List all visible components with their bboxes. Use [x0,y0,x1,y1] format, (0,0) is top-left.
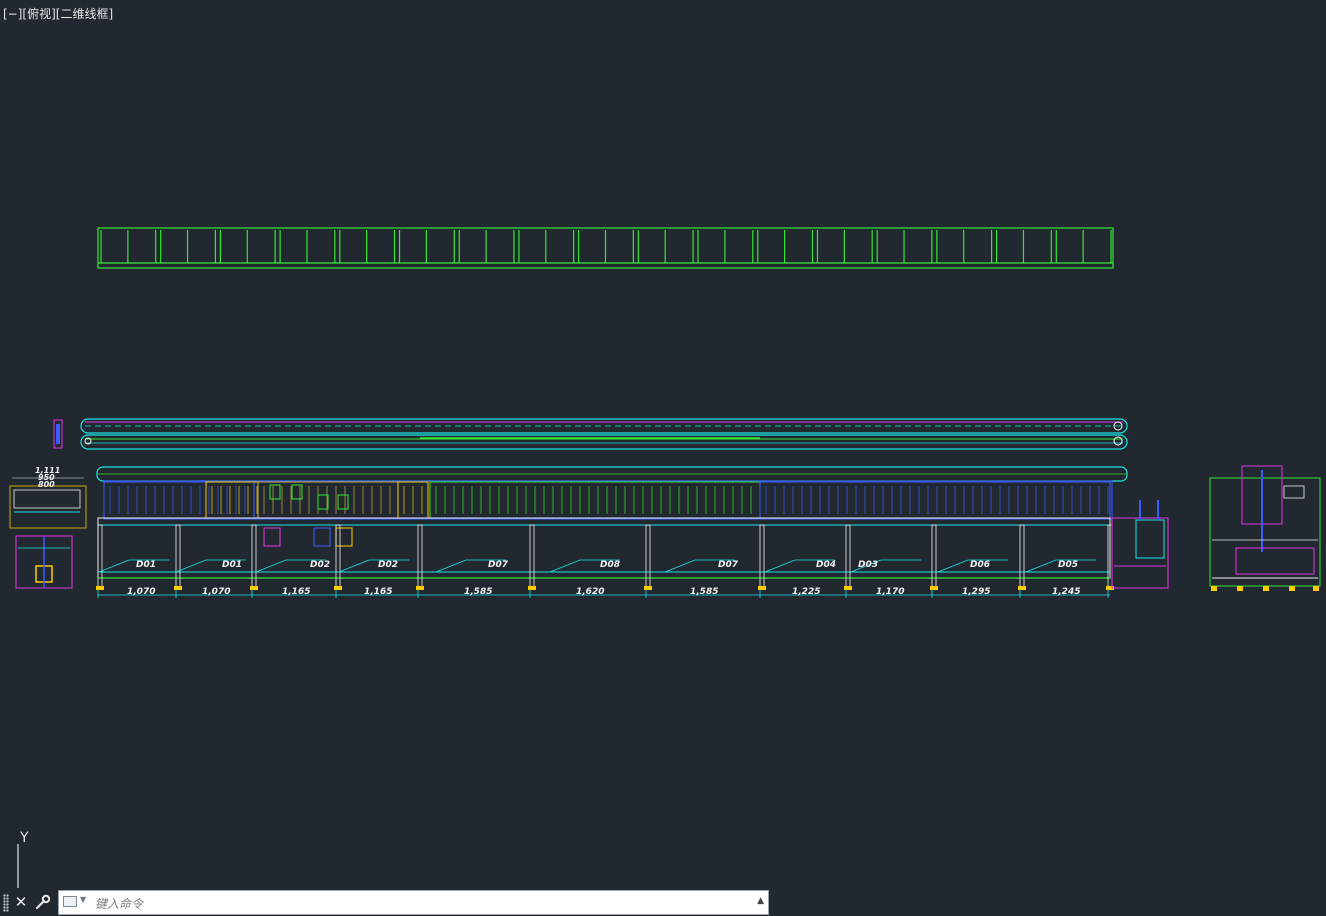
section-label: D02 [378,560,398,570]
command-input-box[interactable]: ▼ ▲ [58,890,769,915]
command-line-bar: ✕ ▼ ▲ [0,889,770,916]
wrench-icon[interactable] [33,891,53,913]
plan-view-frame [97,227,1114,269]
section-label: D01 [222,560,242,570]
dimension-label: 1,245 [1052,587,1080,597]
dimension-label: 1,585 [464,587,492,597]
command-prompt-icon[interactable] [63,896,77,907]
dimension-labels: 1,070 1,070 1,165 1,165 1,585 1,620 1,585 1,225… [97,587,1109,598]
dimension-label: 1,225 [792,587,820,597]
conveyor-rails [53,418,1128,450]
section-label: D04 [816,560,836,570]
section-label: D01 [136,560,156,570]
drag-grip-icon[interactable] [3,894,9,912]
command-input[interactable] [93,893,737,914]
section-label: D07 [488,560,509,570]
caret-up-icon[interactable]: ▲ [757,896,764,906]
frame-diagonals [98,559,1096,573]
right-end-unit [1111,500,1169,589]
dimension-label: 1,070 [202,587,230,597]
left-dim-3: 800 [38,480,55,489]
dimension-label: 1,170 [876,587,904,597]
section-label: D02 [310,560,330,570]
section-label: D08 [600,560,620,570]
section-labels: D01 D01 D02 D02 D07 D08 D07 D04 D03 D06 D05 [136,560,1078,570]
drawing-canvas[interactable]: D01 D01 D02 D02 D07 D08 D07 D04 D03 D06 D05 1,070 1… [0,0,1326,880]
ucs-axis-icon: Y X [17,830,29,888]
dimension-label: 1,165 [282,587,310,597]
dimension-label: 1,585 [690,587,718,597]
dimension-label: 1,070 [127,587,155,597]
ucs-y-label: Y [19,830,29,846]
section-label: D03 [858,560,878,570]
chevron-down-icon[interactable]: ▼ [80,895,86,904]
section-label: D06 [970,560,990,570]
close-icon[interactable]: ✕ [11,891,31,913]
elevation-view: D01 D01 D02 D02 D07 D08 D07 D04 D03 D06 D05 1,070 1… [96,466,1128,598]
section-label: D07 [718,560,739,570]
right-side-view [1209,465,1321,591]
section-label: D05 [1058,560,1078,570]
dimension-label: 1,620 [576,587,604,597]
tank-detail [103,481,1111,547]
dimension-label: 1,165 [364,587,392,597]
left-side-view: 1,111 950 800 [9,466,87,589]
dimension-label: 1,295 [962,587,990,597]
frame-legs [96,524,1114,590]
